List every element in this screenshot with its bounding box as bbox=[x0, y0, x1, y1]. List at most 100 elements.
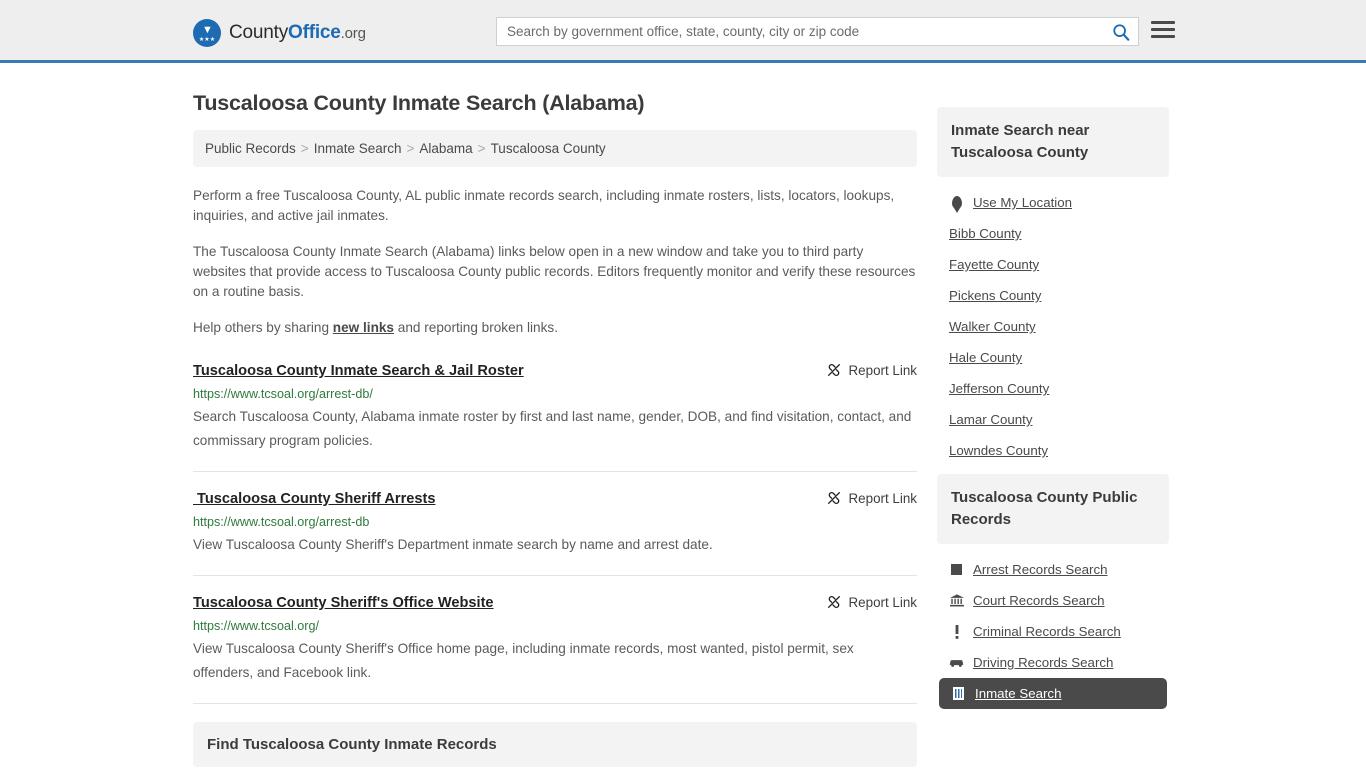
hamburger-bar bbox=[1151, 28, 1175, 31]
find-records-heading: Find Tuscaloosa County Inmate Records bbox=[207, 736, 497, 753]
broken-link-icon bbox=[827, 596, 840, 608]
page-body: Tuscaloosa County Inmate Search (Alabama… bbox=[0, 63, 1366, 768]
logo-bold: Office bbox=[288, 22, 341, 43]
intro-paragraph-3: Help others by sharing new links and rep… bbox=[193, 318, 917, 338]
sidebar-item-criminal-records-search[interactable]: Criminal Records Search bbox=[937, 616, 1169, 647]
exclamation-icon bbox=[949, 624, 964, 639]
courthouse-icon bbox=[949, 594, 964, 607]
sidebar-link-label[interactable]: Arrest Records Search bbox=[973, 562, 1108, 577]
search-submit-button[interactable] bbox=[1104, 18, 1138, 45]
sidebar-link-label[interactable]: Lamar County bbox=[949, 412, 1033, 427]
broken-link-icon bbox=[827, 364, 840, 376]
result-list: Tuscaloosa County Inmate Search & Jail R… bbox=[193, 362, 917, 704]
sidebar-item-arrest-records-search[interactable]: Arrest Records Search bbox=[937, 554, 1169, 585]
map-pin-icon bbox=[949, 196, 964, 209]
breadcrumb-item-tuscaloosa-county[interactable]: Tuscaloosa County bbox=[491, 141, 606, 156]
result-title-link[interactable]: Tuscaloosa County Sheriff's Office Websi… bbox=[193, 594, 494, 613]
sidebar-link-label[interactable]: Bibb County bbox=[949, 226, 1021, 241]
result-item: Tuscaloosa County Sheriff Arrests Report… bbox=[193, 490, 917, 576]
sidebar-link-label[interactable]: Inmate Search bbox=[975, 686, 1061, 701]
logo-wordmark: CountyOffice.org bbox=[229, 22, 366, 44]
logo-prefix: County bbox=[229, 22, 289, 43]
report-link-label: Report Link bbox=[848, 362, 917, 378]
breadcrumb-separator: > bbox=[406, 141, 415, 156]
public-records-heading: Tuscaloosa County Public Records bbox=[937, 474, 1169, 544]
sidebar-item-fayette-county[interactable]: Fayette County bbox=[937, 249, 1169, 280]
jail-window-icon bbox=[951, 687, 966, 700]
site-header: ▼ ★★★ CountyOffice.org bbox=[0, 0, 1366, 63]
menu-toggle-button[interactable] bbox=[1151, 21, 1175, 38]
sidebar-link-label[interactable]: Criminal Records Search bbox=[973, 624, 1121, 639]
report-link-label: Report Link bbox=[848, 594, 917, 610]
report-link-button[interactable]: Report Link bbox=[808, 594, 917, 610]
intro-p3-before: Help others by sharing bbox=[193, 320, 333, 335]
sidebar-item-court-records-search[interactable]: Court Records Search bbox=[937, 585, 1169, 616]
new-links-link[interactable]: new links bbox=[333, 320, 394, 335]
eagle-glyph: ▼ bbox=[202, 24, 213, 36]
intro-p3-after: and reporting broken links. bbox=[394, 320, 558, 335]
sidebar-link-label[interactable]: Lowndes County bbox=[949, 443, 1048, 458]
intro-paragraph-1: Perform a free Tuscaloosa County, AL pub… bbox=[193, 188, 895, 223]
sidebar-item-lamar-county[interactable]: Lamar County bbox=[937, 404, 1169, 435]
report-link-label: Report Link bbox=[848, 490, 917, 506]
report-link-button[interactable]: Report Link bbox=[808, 490, 917, 506]
breadcrumb: Public Records > Inmate Search > Alabama > Tus… bbox=[193, 130, 917, 167]
breadcrumb-separator: > bbox=[477, 141, 486, 156]
breadcrumb-item-public-records[interactable]: Public Records bbox=[205, 141, 296, 156]
stars-glyph: ★★★ bbox=[198, 37, 216, 43]
county-office-emblem-icon: ▼ ★★★ bbox=[193, 19, 221, 47]
breadcrumb-item-inmate-search[interactable]: Inmate Search bbox=[314, 141, 402, 156]
sidebar-link-label[interactable]: Walker County bbox=[949, 319, 1036, 334]
result-title-link[interactable]: Tuscaloosa County Inmate Search & Jail R… bbox=[193, 362, 524, 381]
sidebar-link-label[interactable]: Jefferson County bbox=[949, 381, 1049, 396]
nearby-county-list: Use My Location Bibb County Fayette Coun… bbox=[937, 177, 1169, 466]
report-link-button[interactable]: Report Link bbox=[808, 362, 917, 378]
sidebar-item-pickens-county[interactable]: Pickens County bbox=[937, 280, 1169, 311]
sidebar-link-label[interactable]: Fayette County bbox=[949, 257, 1039, 272]
result-description: View Tuscaloosa County Sheriff's Departm… bbox=[193, 537, 713, 552]
hamburger-bar bbox=[1151, 21, 1175, 24]
broken-link-icon bbox=[827, 492, 840, 504]
result-url: https://www.tcsoal.org/arrest-db bbox=[193, 515, 370, 529]
sidebar-item-walker-county[interactable]: Walker County bbox=[937, 311, 1169, 342]
sidebar-link-label[interactable]: Driving Records Search bbox=[973, 655, 1113, 670]
sidebar-item-jefferson-county[interactable]: Jefferson County bbox=[937, 373, 1169, 404]
sidebar-item-use-my-location[interactable]: Use My Location bbox=[937, 187, 1169, 218]
search-input[interactable] bbox=[497, 18, 1104, 45]
result-title-link[interactable]: Tuscaloosa County Sheriff Arrests bbox=[193, 490, 435, 509]
sidebar-link-label[interactable]: Pickens County bbox=[949, 288, 1041, 303]
nearby-inmate-search-panel: Inmate Search near Tuscaloosa County Use… bbox=[937, 107, 1169, 466]
result-description: View Tuscaloosa County Sheriff's Office … bbox=[193, 641, 854, 680]
find-records-header: Find Tuscaloosa County Inmate Records bbox=[193, 722, 917, 767]
sidebar-item-inmate-search[interactable]: Inmate Search bbox=[939, 678, 1167, 709]
intro-paragraph-2: The Tuscaloosa County Inmate Search (Ala… bbox=[193, 244, 916, 299]
intro-text: Perform a free Tuscaloosa County, AL pub… bbox=[193, 186, 917, 338]
sidebar-link-label[interactable]: Use My Location bbox=[973, 195, 1072, 210]
hamburger-bar bbox=[1151, 35, 1175, 38]
breadcrumb-separator: > bbox=[300, 141, 309, 156]
sidebar-link-label[interactable]: Hale County bbox=[949, 350, 1022, 365]
page-title: Tuscaloosa County Inmate Search (Alabama… bbox=[193, 91, 645, 115]
nearby-panel-heading: Inmate Search near Tuscaloosa County bbox=[937, 107, 1169, 177]
result-item: Tuscaloosa County Sheriff's Office Websi… bbox=[193, 594, 917, 704]
site-logo[interactable]: ▼ ★★★ CountyOffice.org bbox=[193, 19, 366, 47]
main-content: Tuscaloosa County Inmate Search (Alabama… bbox=[193, 63, 917, 768]
logo-tld: .org bbox=[340, 25, 366, 42]
result-item: Tuscaloosa County Inmate Search & Jail R… bbox=[193, 362, 917, 472]
public-records-list: Arrest Records Search Court Records Sear… bbox=[937, 544, 1169, 709]
sidebar-item-driving-records-search[interactable]: Driving Records Search bbox=[937, 647, 1169, 678]
result-url: https://www.tcsoal.org/ bbox=[193, 619, 319, 633]
search-bar[interactable] bbox=[496, 17, 1139, 46]
sidebar-item-bibb-county[interactable]: Bibb County bbox=[937, 218, 1169, 249]
breadcrumb-item-alabama[interactable]: Alabama bbox=[419, 141, 472, 156]
sidebar-item-hale-county[interactable]: Hale County bbox=[937, 342, 1169, 373]
fingerprint-icon bbox=[949, 564, 964, 575]
car-icon bbox=[949, 657, 964, 668]
sidebar-link-label[interactable]: Court Records Search bbox=[973, 593, 1105, 608]
public-records-panel: Tuscaloosa County Public Records Arrest … bbox=[937, 474, 1169, 709]
sidebar: Inmate Search near Tuscaloosa County Use… bbox=[937, 63, 1169, 768]
result-url: https://www.tcsoal.org/arrest-db/ bbox=[193, 387, 373, 401]
search-icon bbox=[1113, 23, 1130, 41]
result-description: Search Tuscaloosa County, Alabama inmate… bbox=[193, 409, 912, 448]
sidebar-item-lowndes-county[interactable]: Lowndes County bbox=[937, 435, 1169, 466]
